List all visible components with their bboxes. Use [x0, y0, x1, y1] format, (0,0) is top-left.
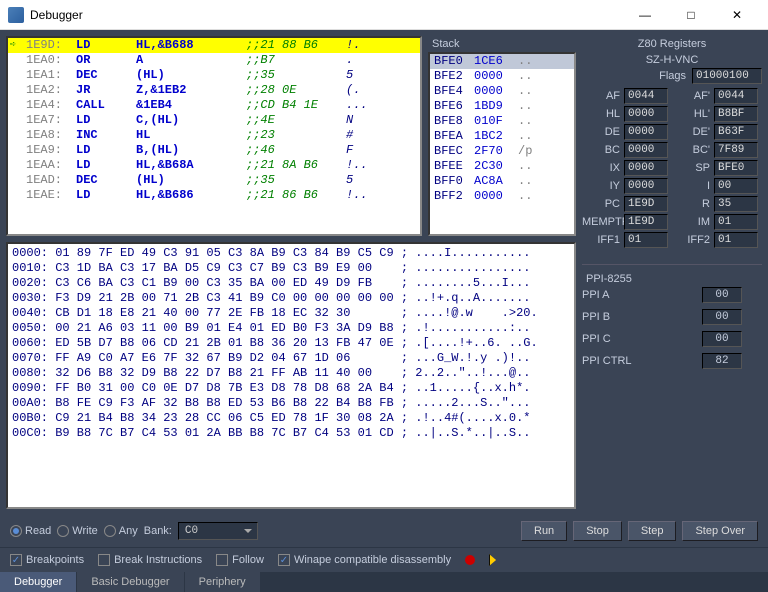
- step-button[interactable]: Step: [628, 521, 677, 541]
- stepover-button[interactable]: Step Over: [682, 521, 758, 541]
- ppi-a-label: PPI A: [582, 289, 642, 301]
- reg-label-r: R: [672, 198, 710, 210]
- disasm-row[interactable]: 1EA0:ORA;;B7.: [8, 53, 420, 68]
- disasm-row[interactable]: 1EAD:DEC(HL);;355: [8, 173, 420, 188]
- disasm-row[interactable]: 1EA4:CALL&1EB4;;CD B4 1E...: [8, 98, 420, 113]
- ppi-c-value[interactable]: 00: [702, 331, 742, 347]
- reg-value-bcp[interactable]: 7F89: [714, 142, 758, 158]
- reg-value-afp[interactable]: 0044: [714, 88, 758, 104]
- reg-value-af[interactable]: 0044: [624, 88, 668, 104]
- reg-value-pc[interactable]: 1E9D: [624, 196, 668, 212]
- ppi-a-value[interactable]: 00: [702, 287, 742, 303]
- disassembly-listing[interactable]: ➪1E9D:LDHL,&B688;;21 88 B6!.1EA0:ORA;;B7…: [6, 36, 422, 236]
- reg-value-iff2[interactable]: 01: [714, 232, 758, 248]
- bank-select[interactable]: C0: [178, 522, 258, 540]
- app-icon: [8, 7, 24, 23]
- stack-row[interactable]: BFE01CE6..: [430, 54, 574, 69]
- reg-label-af: AF: [582, 90, 620, 102]
- window-title: Debugger: [30, 8, 622, 22]
- disasm-row[interactable]: 1EA2:JRZ,&1EB2;;28 0E(.: [8, 83, 420, 98]
- reg-label-dep: DE': [672, 126, 710, 138]
- close-button[interactable]: ✕: [714, 0, 760, 30]
- reg-value-hl[interactable]: 0000: [624, 106, 668, 122]
- disasm-row[interactable]: ➪1E9D:LDHL,&B688;;21 88 B6!.: [8, 38, 420, 53]
- radio-read[interactable]: Read: [10, 525, 51, 537]
- reg-label-ix: IX: [582, 162, 620, 174]
- stack-row[interactable]: BFE40000..: [430, 84, 574, 99]
- minimize-button[interactable]: ―: [622, 0, 668, 30]
- reg-label-i: I: [672, 180, 710, 192]
- reg-label-iff1: IFF1: [582, 234, 620, 246]
- reg-label-im: IM: [672, 216, 710, 228]
- flags-title: SZ-H-VNC: [582, 52, 762, 68]
- reg-value-dep[interactable]: B63F: [714, 124, 758, 140]
- stack-row[interactable]: BFEA1BC2..: [430, 129, 574, 144]
- tab-basic-debugger[interactable]: Basic Debugger: [77, 572, 184, 592]
- reg-value-hlp[interactable]: B8BF: [714, 106, 758, 122]
- check-follow[interactable]: Follow: [216, 554, 264, 566]
- ppi-b-label: PPI B: [582, 311, 642, 323]
- stack-row[interactable]: BFF0AC8A..: [430, 174, 574, 189]
- tab-debugger[interactable]: Debugger: [0, 572, 77, 592]
- reg-label-de: DE: [582, 126, 620, 138]
- reg-label-bcp: BC': [672, 144, 710, 156]
- disasm-row[interactable]: 1EA9:LDB,(HL);;46F: [8, 143, 420, 158]
- reg-value-sp[interactable]: BFE0: [714, 160, 758, 176]
- flags-label: Flags: [659, 70, 686, 82]
- reg-label-hlp: HL': [672, 108, 710, 120]
- reg-label-memptr: MEMPTR: [582, 216, 620, 228]
- register-grid: AF 0044 AF' 0044 HL 0000 HL' B8BF DE 0000 DE' B63F B…: [582, 88, 762, 248]
- reg-value-bc[interactable]: 0000: [624, 142, 668, 158]
- stack-title: Stack: [428, 36, 576, 52]
- disasm-row[interactable]: 1EA8:INCHL;;23#: [8, 128, 420, 143]
- disasm-row[interactable]: 1EAA:LDHL,&B68A;;21 8A B6!..: [8, 158, 420, 173]
- stack-listing[interactable]: BFE01CE6..BFE20000..BFE40000..BFE61BD9..…: [428, 52, 576, 236]
- reg-label-iff2: IFF2: [672, 234, 710, 246]
- ppi-ctrl-value[interactable]: 82: [702, 353, 742, 369]
- reg-value-de[interactable]: 0000: [624, 124, 668, 140]
- reg-label-afp: AF': [672, 90, 710, 102]
- reg-label-pc: PC: [582, 198, 620, 210]
- reg-value-r[interactable]: 35: [714, 196, 758, 212]
- stack-row[interactable]: BFE20000..: [430, 69, 574, 84]
- stack-row[interactable]: BFE8010F..: [430, 114, 574, 129]
- check-breakpoints[interactable]: ✓Breakpoints: [10, 554, 84, 566]
- breakpoint-icon: [465, 555, 475, 565]
- check-break-instructions[interactable]: Break Instructions: [98, 554, 202, 566]
- run-button[interactable]: Run: [521, 521, 567, 541]
- stack-row[interactable]: BFE61BD9..: [430, 99, 574, 114]
- reg-value-memptr[interactable]: 1E9D: [624, 214, 668, 230]
- disasm-row[interactable]: 1EA7:LDC,(HL);;4EN: [8, 113, 420, 128]
- reg-label-bc: BC: [582, 144, 620, 156]
- ppi-b-value[interactable]: 00: [702, 309, 742, 325]
- radio-any[interactable]: Any: [104, 525, 138, 537]
- stack-row[interactable]: BFF20000..: [430, 189, 574, 204]
- reg-value-iy[interactable]: 0000: [624, 178, 668, 194]
- ppi-ctrl-label: PPI CTRL: [582, 355, 642, 367]
- check-winape[interactable]: ✓Winape compatible disassembly: [278, 554, 451, 566]
- registers-title: Z80 Registers: [582, 36, 762, 52]
- stack-row[interactable]: BFEC2F70/p: [430, 144, 574, 159]
- reg-value-i[interactable]: 00: [714, 178, 758, 194]
- stack-row[interactable]: BFEE2C30..: [430, 159, 574, 174]
- reg-value-im[interactable]: 01: [714, 214, 758, 230]
- flags-value[interactable]: 01000100: [692, 68, 762, 84]
- memory-view[interactable]: 0000: 01 89 7F ED 49 C3 91 05 C3 8A B9 C…: [6, 242, 576, 509]
- disasm-row[interactable]: 1EAE:LDHL,&B686;;21 86 B6!..: [8, 188, 420, 203]
- cursor-icon: [489, 554, 499, 566]
- disasm-row[interactable]: 1EA1:DEC(HL);;355: [8, 68, 420, 83]
- maximize-button[interactable]: □: [668, 0, 714, 30]
- tab-periphery[interactable]: Periphery: [185, 572, 261, 592]
- reg-label-sp: SP: [672, 162, 710, 174]
- ppi-c-label: PPI C: [582, 333, 642, 345]
- radio-write[interactable]: Write: [57, 525, 97, 537]
- stop-button[interactable]: Stop: [573, 521, 622, 541]
- titlebar: Debugger ― □ ✕: [0, 0, 768, 30]
- ppi-title: PPI-8255: [582, 271, 762, 287]
- bank-label: Bank:: [144, 525, 172, 537]
- reg-label-hl: HL: [582, 108, 620, 120]
- reg-value-iff1[interactable]: 01: [624, 232, 668, 248]
- reg-label-iy: IY: [582, 180, 620, 192]
- reg-value-ix[interactable]: 0000: [624, 160, 668, 176]
